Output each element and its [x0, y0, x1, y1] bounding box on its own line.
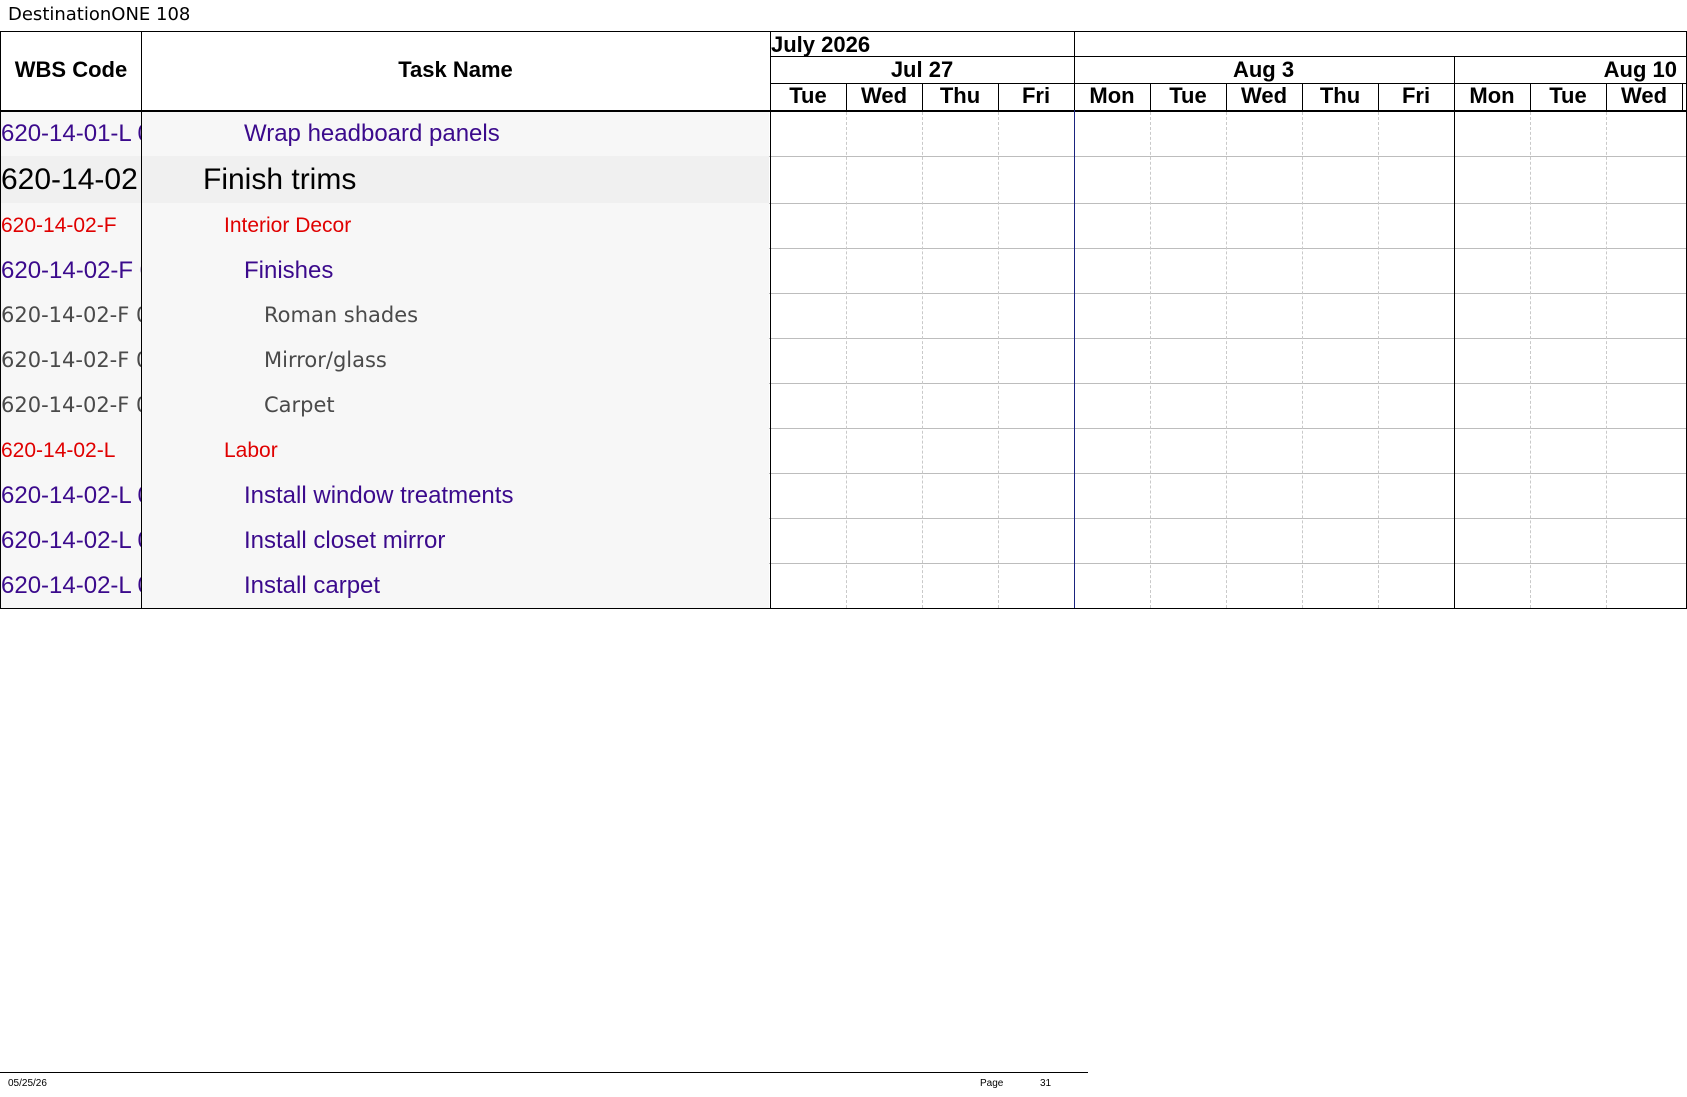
day-header-divider [1378, 83, 1379, 110]
day-gridline [922, 112, 923, 608]
week-boundary-aug10 [1454, 56, 1455, 608]
task-name-cell[interactable]: Finishes [244, 248, 333, 293]
day-header-divider [1226, 83, 1227, 110]
task-column-divider [770, 31, 771, 608]
wbs-cell[interactable]: 620-14-02 [1, 156, 141, 203]
wbs-column-header[interactable]: WBS Code [1, 57, 141, 83]
day-header: Tue [1549, 83, 1587, 108]
week-label-aug10: Aug 10 [1603, 57, 1677, 82]
wbs-column-divider [141, 31, 142, 608]
task-name-cell[interactable]: Interior Decor [224, 203, 351, 248]
day-header: Wed [860, 83, 908, 108]
task-name-cell[interactable]: Install closet mirror [244, 518, 445, 563]
week-boundary-aug3 [1074, 110, 1075, 608]
wbs-cell[interactable]: 620-14-02-F 01 [1, 338, 141, 383]
wbs-cell[interactable]: 620-14-01-L 0 [1, 112, 141, 156]
day-header: Tue [1169, 83, 1207, 108]
header-top-border [0, 31, 1687, 32]
wbs-cell[interactable]: 620-14-02-L 0 [1, 473, 141, 518]
task-column-header[interactable]: Task Name [141, 57, 770, 83]
task-name-cell[interactable]: Install window treatments [244, 473, 513, 518]
day-header: Mon [1469, 83, 1515, 108]
day-header-divider [1530, 83, 1531, 110]
day-header: Fri [1401, 83, 1431, 108]
day-gridline [1606, 112, 1607, 608]
day-gridline [1302, 112, 1303, 608]
wbs-cell[interactable]: 620-14-02-L [1, 428, 141, 473]
month-label: July 2026 [771, 32, 871, 57]
week-divider [770, 83, 1687, 84]
day-header-divider [1682, 83, 1683, 110]
footer-page-number: 31 [1040, 1078, 1052, 1089]
task-name-cell[interactable]: Labor [224, 428, 278, 473]
task-name-cell[interactable]: Finish trims [203, 156, 356, 203]
header-bottom-border [0, 110, 1687, 112]
gantt-sheet: WBS Code Task Name July 2026 Jul 27 Aug … [0, 31, 1687, 609]
day-header: Mon [1089, 83, 1135, 108]
footer-rule [0, 1072, 1088, 1073]
day-gridline [998, 112, 999, 608]
footer-date: 05/25/26 [8, 1078, 47, 1089]
day-header: Fri [1021, 83, 1051, 108]
day-gridline [1530, 112, 1531, 608]
task-name-cell[interactable]: Wrap headboard panels [244, 112, 500, 156]
month-divider [770, 56, 1687, 57]
day-header-divider [998, 83, 999, 110]
day-header: Wed [1620, 83, 1668, 108]
table-bottom-border [0, 608, 1687, 609]
wbs-cell[interactable]: 620-14-02-L 0 [1, 518, 141, 563]
task-name-cell[interactable]: Carpet [264, 383, 335, 428]
day-header: Thu [1319, 83, 1361, 108]
wbs-cell[interactable]: 620-14-02-L 0 [1, 563, 141, 608]
wbs-cell[interactable]: 620-14-02-F 01 [1, 293, 141, 338]
day-header-divider [1150, 83, 1151, 110]
task-name-cell[interactable]: Roman shades [264, 293, 418, 338]
day-gridline [1226, 112, 1227, 608]
week-label-aug3: Aug 3 [1232, 57, 1295, 82]
week-header-divider [1074, 31, 1075, 110]
wbs-cell[interactable]: 620-14-02-F [1, 203, 141, 248]
day-header-divider [1302, 83, 1303, 110]
day-header: Thu [939, 83, 981, 108]
week-label-jul27: Jul 27 [890, 57, 954, 82]
day-header-divider [922, 83, 923, 110]
wbs-cell[interactable]: 620-14-02-F 0 [1, 248, 141, 293]
wbs-cell[interactable]: 620-14-02-F 01 [1, 383, 141, 428]
task-name-cell[interactable]: Install carpet [244, 563, 380, 608]
day-gridline [1150, 112, 1151, 608]
left-border [0, 31, 1, 608]
document-title: DestinationONE 108 [8, 4, 191, 25]
day-header: Tue [789, 83, 827, 108]
footer-page-label: Page [980, 1078, 1004, 1089]
day-header-divider [846, 83, 847, 110]
day-gridline [846, 112, 847, 608]
day-gridline [1378, 112, 1379, 608]
task-name-cell[interactable]: Mirror/glass [264, 338, 387, 383]
day-header: Wed [1240, 83, 1288, 108]
day-header-divider [1606, 83, 1607, 110]
